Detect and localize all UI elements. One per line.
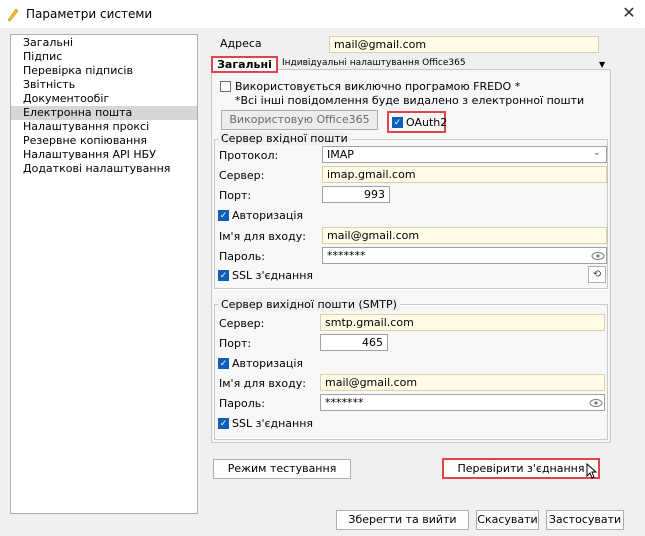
tab-general[interactable]: Загальні [211,56,278,73]
incoming-server-label: Сервер: [219,169,265,182]
fredo-note: *Всі інші повідомлення буде видалено з е… [235,94,585,107]
address-field[interactable]: mail@gmail.com [329,36,599,53]
cancel-button[interactable]: Скасувати [476,510,539,530]
incoming-server-field[interactable]: imap.gmail.com [322,166,607,183]
outgoing-password-label: Пароль: [219,397,265,410]
incoming-password-label: Пароль: [219,250,265,263]
outgoing-server-title: Сервер вихідної пошти (SMTP) [218,298,400,311]
outgoing-port-field[interactable]: 465 [320,334,388,351]
tab-scroll-down-icon[interactable]: ▼ [599,60,605,69]
nav-item-document-flow[interactable]: Документообіг [11,92,197,106]
nav-item-reporting[interactable]: Звітність [11,78,197,92]
protocol-label: Протокол: [219,149,279,162]
nav-item-signature[interactable]: Підпис [11,50,197,64]
nav-item-general[interactable]: Загальні [11,36,197,50]
show-password-icon[interactable] [589,398,603,408]
incoming-port-field[interactable]: 993 [322,186,390,203]
save-exit-button[interactable]: Зберегти та вийти [336,510,469,530]
outgoing-server-field[interactable]: smtp.gmail.com [320,314,605,331]
window-title: Параметри системи [26,7,153,21]
apply-button[interactable]: Застосувати [546,510,624,530]
nav-item-email[interactable]: Електронна пошта [11,106,197,120]
oauth2-label: OAuth2 [406,116,448,129]
incoming-auth-label: Авторизація [232,209,304,222]
test-mode-button[interactable]: Режим тестування [213,459,351,479]
settings-nav: Загальні Підпис Перевірка підписів Звітн… [10,34,198,514]
nav-item-api-nbu[interactable]: Налаштування API НБУ [11,148,197,162]
incoming-auth-checkbox[interactable]: ✓ [218,210,229,221]
close-icon[interactable]: ✕ [620,4,638,22]
incoming-login-field[interactable]: mail@gmail.com [322,227,607,244]
outgoing-auth-label: Авторизація [232,357,304,370]
chevron-down-icon[interactable]: ⌄ [593,148,601,158]
mouse-cursor-icon [586,463,598,479]
incoming-password-field[interactable]: ******* [322,247,607,264]
outgoing-ssl-label: SSL з'єднання [232,417,314,430]
outgoing-port-label: Порт: [219,337,252,350]
incoming-port-label: Порт: [219,189,252,202]
title-bar: Параметри системи ✕ [0,0,645,28]
fredo-checkbox[interactable] [220,81,231,92]
fredo-label: Використовується виключно програмою FRED… [235,80,521,93]
nav-item-signature-check[interactable]: Перевірка підписів [11,64,197,78]
ssl-settings-icon[interactable]: ⟲ [588,266,606,283]
outgoing-password-field[interactable]: ******* [320,394,605,411]
incoming-ssl-checkbox[interactable]: ✓ [218,270,229,281]
pen-icon [7,8,19,22]
address-label: Адреса [220,37,262,50]
nav-item-proxy[interactable]: Налаштування проксі [11,120,197,134]
use-office365-button[interactable]: Використовую Office365 [221,110,378,130]
outgoing-auth-checkbox[interactable]: ✓ [218,358,229,369]
outgoing-ssl-checkbox[interactable]: ✓ [218,418,229,429]
incoming-server-title: Сервер вхідної пошти [218,132,351,145]
show-password-icon[interactable] [591,251,605,261]
protocol-select[interactable]: IMAP [322,146,607,163]
outgoing-login-label: Ім'я для входу: [219,377,306,390]
oauth2-checkbox[interactable]: ✓ [392,117,403,128]
tab-individual-office365[interactable]: Індивідуальні налаштування Office365 [282,58,466,68]
incoming-login-label: Ім'я для входу: [219,230,306,243]
outgoing-login-field[interactable]: mail@gmail.com [320,374,605,391]
nav-item-additional[interactable]: Додаткові налаштування [11,162,197,176]
check-connection-button[interactable]: Перевірити з'єднання [442,458,600,479]
outgoing-server-label: Сервер: [219,317,265,330]
nav-item-backup[interactable]: Резервне копіювання [11,134,197,148]
incoming-ssl-label: SSL з'єднання [232,269,314,282]
